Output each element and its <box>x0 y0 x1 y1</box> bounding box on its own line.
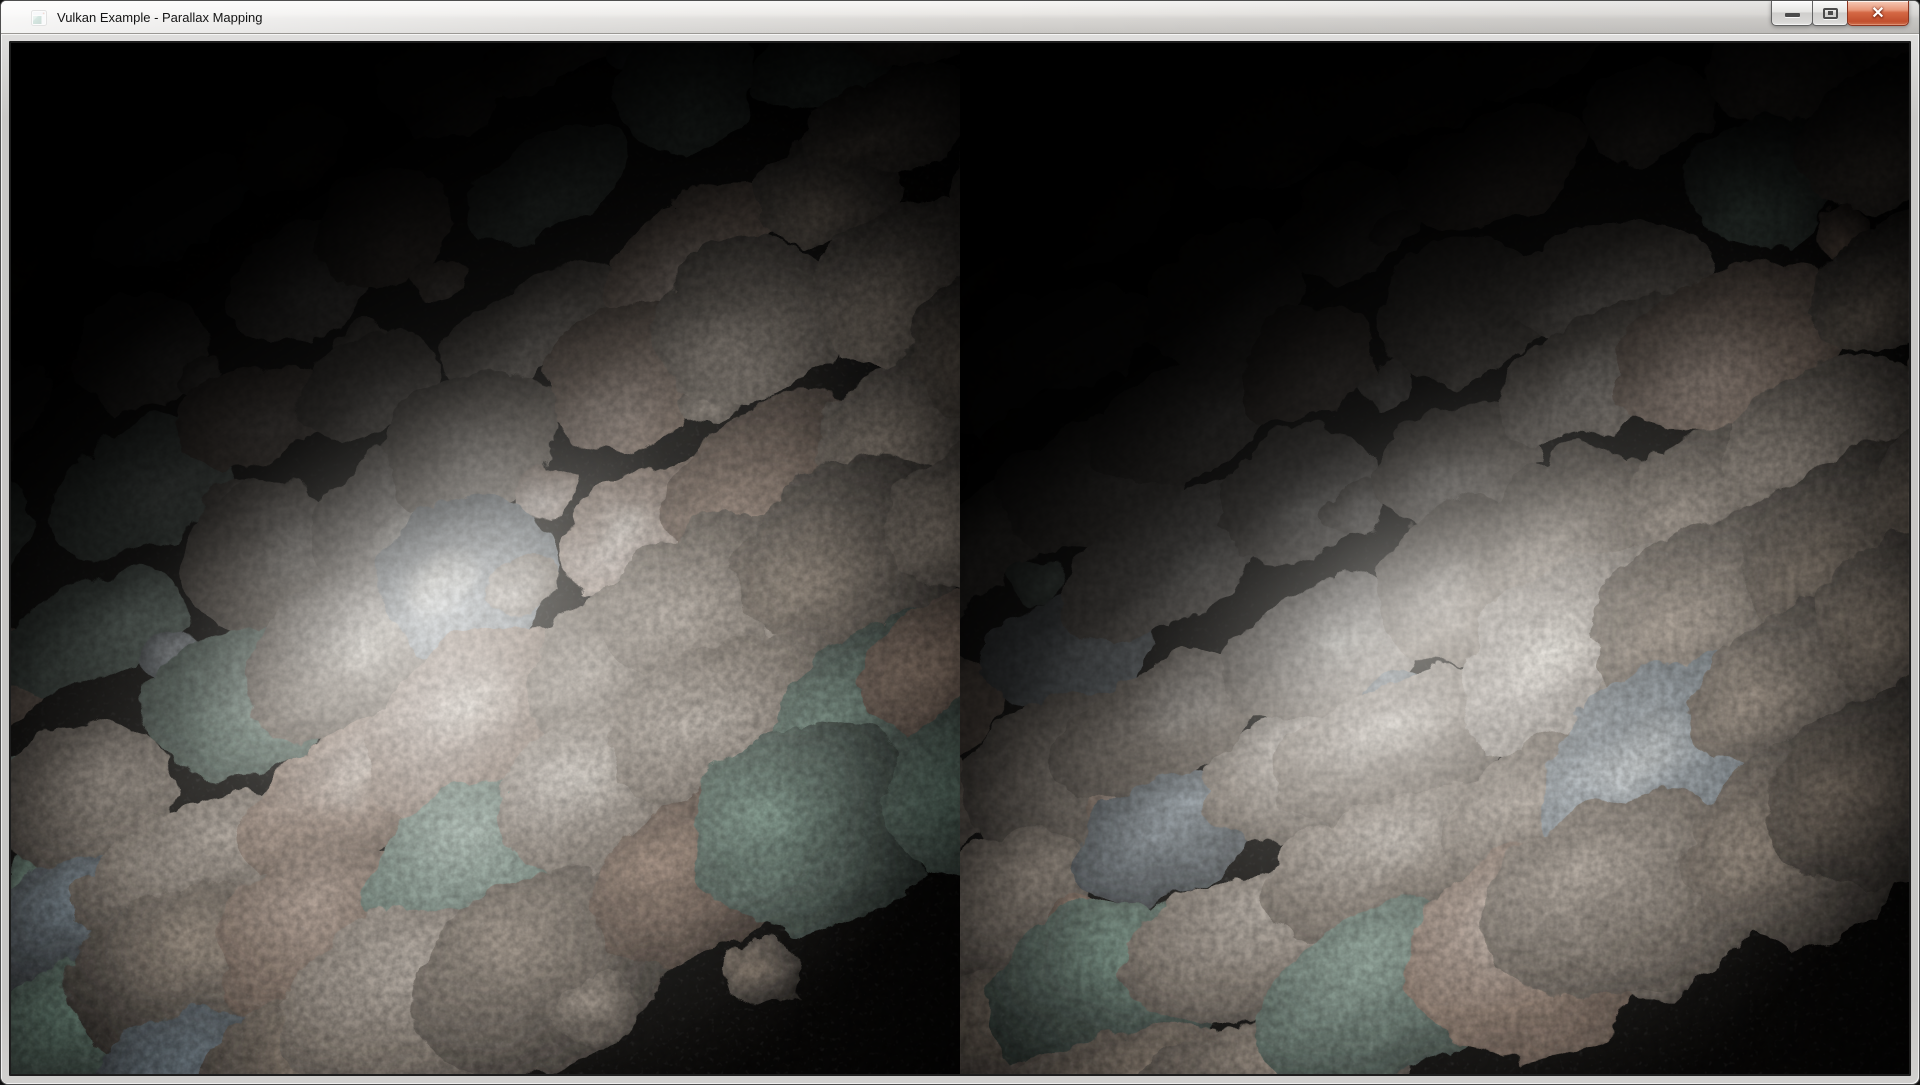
application-window-icon <box>31 10 47 26</box>
close-icon: ✕ <box>1871 6 1884 22</box>
application-window-icon-svg <box>31 10 47 26</box>
rock-wall-render-left <box>11 43 960 1074</box>
minimize-icon <box>1785 13 1800 17</box>
rock-wall-render-right <box>960 43 1909 1074</box>
close-button[interactable]: ✕ <box>1847 1 1909 26</box>
window-frame <box>1 34 1919 1084</box>
maximize-button[interactable] <box>1812 1 1848 26</box>
screen: Vulkan Example - Parallax Mapping ✕ <box>0 0 1920 1085</box>
titlebar[interactable]: Vulkan Example - Parallax Mapping ✕ <box>1 1 1919 34</box>
minimize-button[interactable] <box>1771 1 1813 26</box>
window-controls: ✕ <box>1772 1 1909 26</box>
maximize-icon <box>1823 8 1838 19</box>
viewport-left-parallax-render[interactable] <box>11 43 960 1074</box>
render-area <box>9 41 1911 1076</box>
window-title: Vulkan Example - Parallax Mapping <box>57 1 262 34</box>
viewport-right-render[interactable] <box>960 43 1909 1074</box>
app-window: Vulkan Example - Parallax Mapping ✕ <box>0 0 1920 1085</box>
